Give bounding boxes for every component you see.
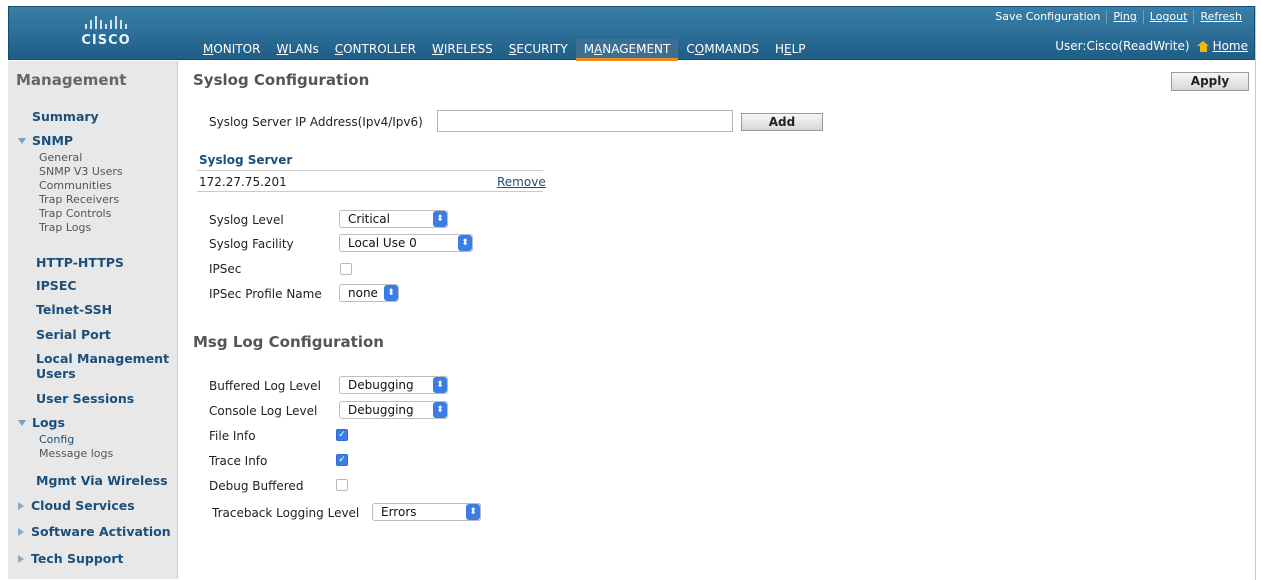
ipsec-checkbox[interactable] (340, 263, 352, 275)
page-title: Syslog Configuration (193, 71, 370, 89)
expanded-triangle-icon (18, 419, 26, 426)
page-border (1255, 6, 1256, 580)
syslog-facility-select[interactable]: Local Use 0 ⬍ (339, 234, 473, 252)
add-button[interactable]: Add (741, 113, 823, 131)
refresh-link[interactable]: Refresh (1193, 10, 1248, 24)
select-arrows-icon: ⬍ (433, 402, 447, 418)
syslog-facility-label: Syslog Facility (209, 237, 294, 251)
traceback-logging-level-label: Traceback Logging Level (212, 506, 360, 520)
nav-wireless[interactable]: WIRELESS (424, 39, 501, 59)
select-arrows-icon: ⬍ (384, 285, 398, 301)
sidebar-title: Management (16, 71, 127, 89)
debug-buffered-checkbox[interactable] (336, 479, 348, 491)
select-arrows-icon: ⬍ (433, 377, 447, 393)
user-label: User:Cisco(ReadWrite) (1055, 39, 1190, 53)
syslog-server-ip-label: Syslog Server IP Address(Ipv4/Ipv6) (209, 115, 423, 129)
buffered-log-level-label: Buffered Log Level (209, 379, 321, 393)
traceback-logging-level-select[interactable]: Errors ⬍ (372, 503, 481, 521)
trace-info-checkbox[interactable]: ✓ (336, 454, 348, 466)
syslog-server-header: Syslog Server (199, 153, 293, 167)
file-info-label: File Info (209, 429, 256, 443)
cisco-logo-text: CISCO (81, 33, 131, 48)
main-nav: MONITOR WLANs CONTROLLER WIRELESS SECURI… (195, 39, 814, 61)
logout-link[interactable]: Logout (1142, 10, 1194, 24)
sidebar: Management Summary SNMP General SNMP V3 … (8, 61, 178, 579)
user-info: User:Cisco(ReadWrite) Home (1055, 39, 1248, 53)
ping-link[interactable]: Ping (1106, 10, 1142, 24)
nav-help[interactable]: HELP (767, 39, 814, 59)
apply-button[interactable]: Apply (1171, 72, 1249, 91)
save-configuration-link[interactable]: Save Configuration (989, 10, 1106, 24)
buffered-log-level-select[interactable]: Debugging ⬍ (339, 376, 448, 394)
sidebar-item-software-activation[interactable]: Software Activation (18, 524, 188, 539)
cisco-logo: CISCO (61, 13, 151, 53)
ipsec-profile-label: IPSec Profile Name (209, 287, 322, 301)
sidebar-item-tech-support[interactable]: Tech Support (18, 551, 188, 566)
ipsec-label: IPSec (209, 262, 242, 276)
ipsec-profile-select[interactable]: none ⬍ (339, 284, 399, 302)
collapsed-triangle-icon (18, 527, 24, 536)
sidebar-item-snmp[interactable]: SNMP (18, 133, 188, 148)
msg-log-title: Msg Log Configuration (193, 333, 384, 351)
syslog-server-ip-input[interactable] (437, 110, 733, 132)
trace-info-label: Trace Info (209, 454, 268, 468)
nav-controller[interactable]: CONTROLLER (327, 39, 424, 59)
debug-buffered-label: Debug Buffered (209, 479, 304, 493)
nav-wlans[interactable]: WLANs (268, 39, 326, 59)
collapsed-triangle-icon (18, 554, 24, 563)
select-arrows-icon: ⬍ (466, 504, 480, 520)
main-content: Syslog Configuration Apply Syslog Server… (179, 61, 1255, 579)
home-icon (1196, 40, 1209, 52)
sidebar-item-summary[interactable]: Summary (32, 109, 172, 124)
nav-monitor[interactable]: MONITOR (195, 39, 268, 59)
select-arrows-icon: ⬍ (433, 211, 447, 227)
file-info-checkbox[interactable]: ✓ (336, 429, 348, 441)
sidebar-item-logs[interactable]: Logs (18, 415, 188, 430)
console-log-level-select[interactable]: Debugging ⬍ (339, 401, 448, 419)
cisco-bars-icon (61, 13, 151, 29)
home-label: Home (1212, 39, 1248, 53)
sidebar-item-cloud-services[interactable]: Cloud Services (18, 498, 188, 513)
top-header: CISCO Save Configuration Ping Logout Ref… (8, 6, 1255, 61)
divider (197, 170, 543, 171)
remove-link[interactable]: Remove (497, 175, 546, 189)
expanded-triangle-icon (18, 137, 26, 144)
syslog-level-select[interactable]: Critical ⬍ (339, 210, 448, 228)
nav-commands[interactable]: COMMANDS (678, 39, 767, 59)
select-arrows-icon: ⬍ (458, 235, 472, 251)
syslog-server-entry: 172.27.75.201 (199, 175, 287, 189)
nav-security[interactable]: SECURITY (501, 39, 576, 59)
collapsed-triangle-icon (18, 501, 24, 510)
syslog-level-label: Syslog Level (209, 213, 284, 227)
home-link[interactable]: Home (1196, 39, 1248, 53)
console-log-level-label: Console Log Level (209, 404, 318, 418)
divider (197, 191, 543, 192)
nav-management[interactable]: MANAGEMENT (575, 39, 679, 61)
top-links: Save Configuration Ping Logout Refresh (989, 10, 1248, 24)
